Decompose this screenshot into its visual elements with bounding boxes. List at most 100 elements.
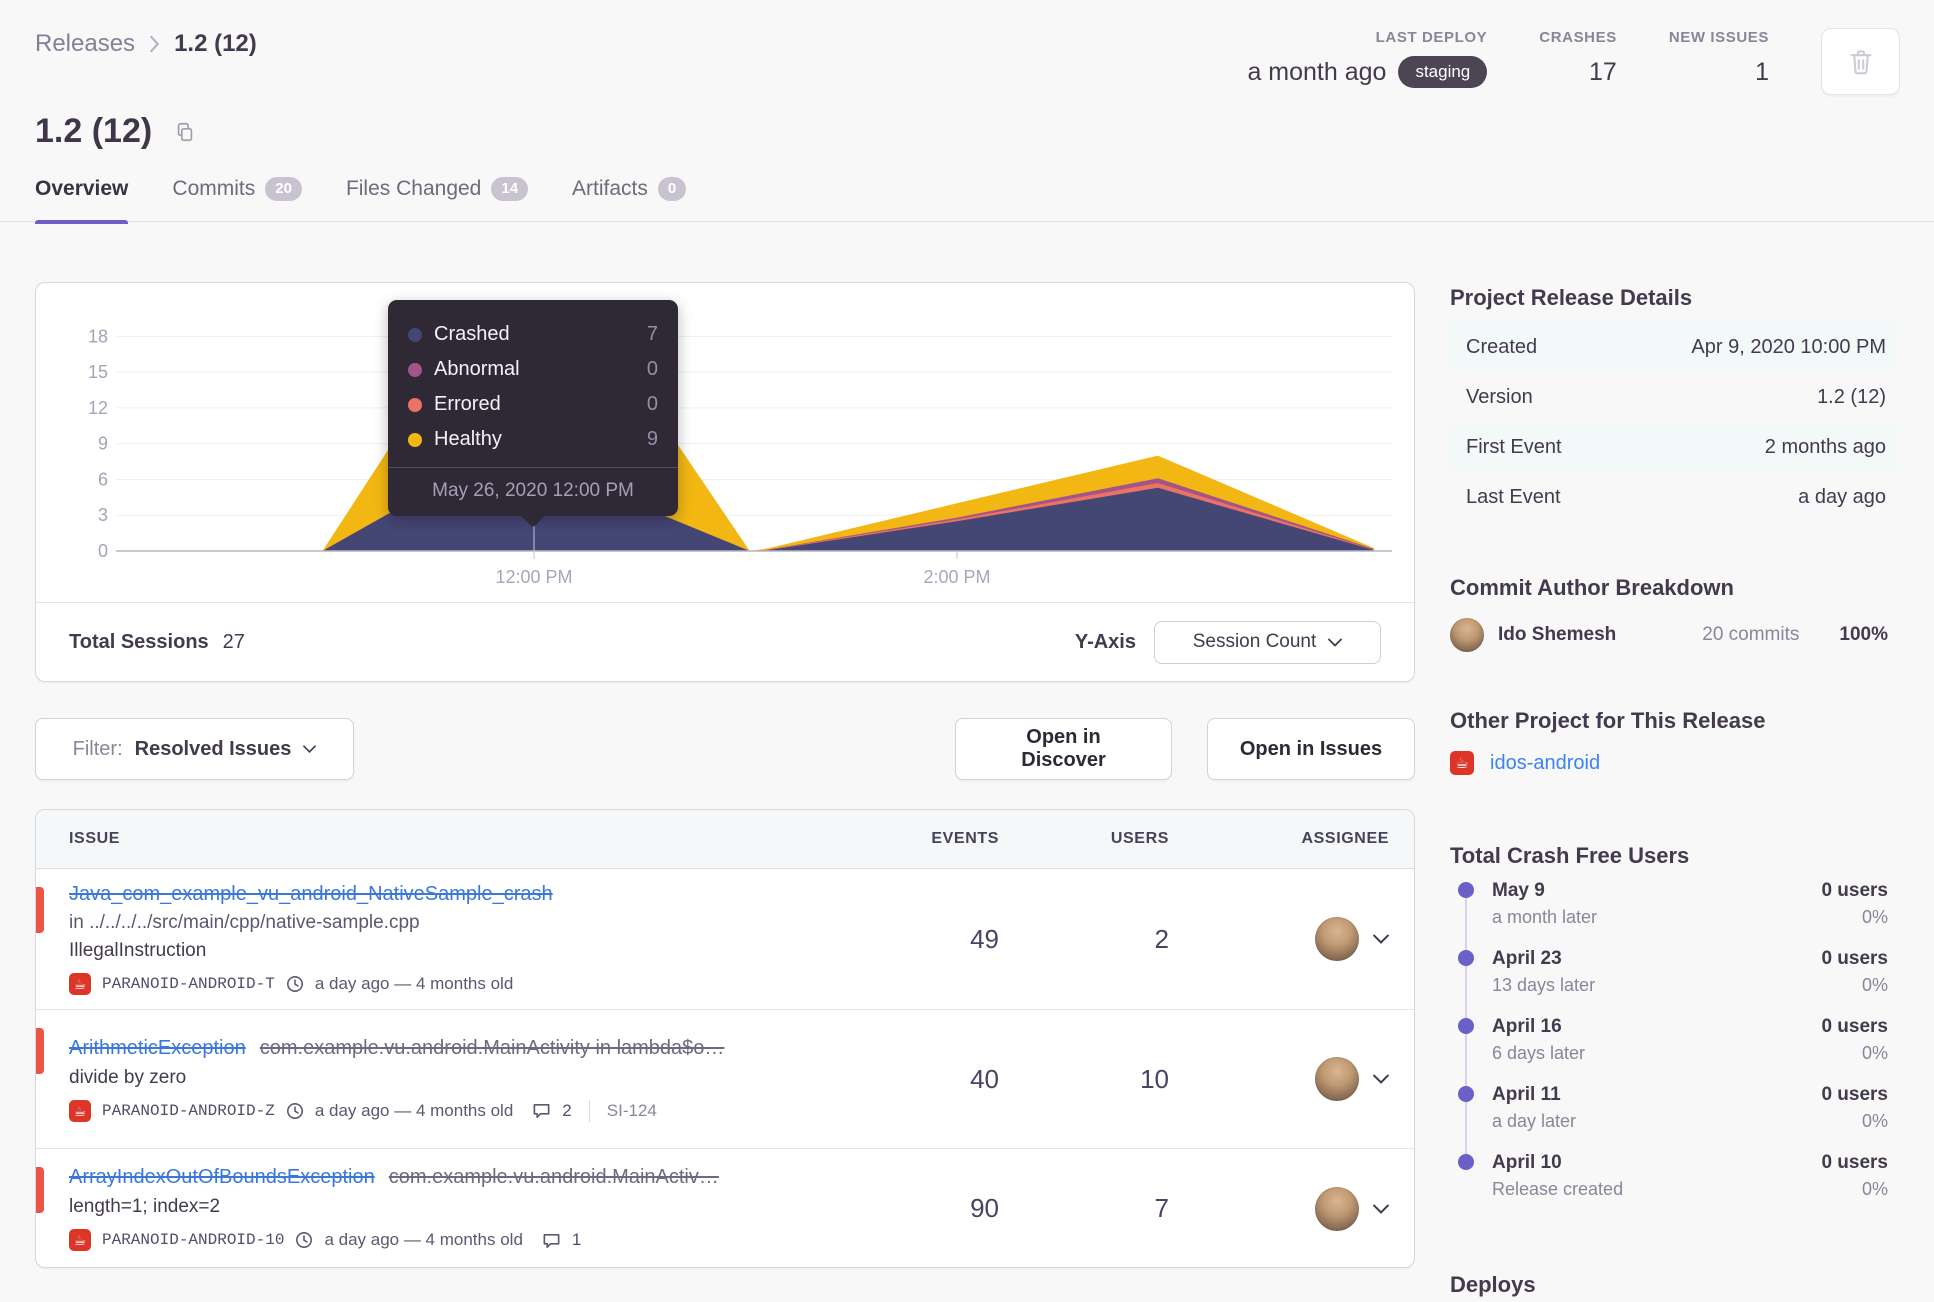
issue-title-link[interactable]: ArrayIndexOutOfBoundsException [69, 1163, 375, 1192]
issue-summary: ArithmeticException com.example.vu.androi… [36, 1021, 839, 1138]
tab-count-badge: 20 [265, 177, 302, 201]
total-sessions-label: Total Sessions [69, 630, 209, 653]
filter-value: Resolved Issues [134, 737, 292, 760]
comment-icon-wrap[interactable] [542, 1231, 561, 1250]
issue-users-count: 10 [1140, 1063, 1169, 1094]
chevron-down-icon [1373, 1074, 1389, 1084]
other-project-row: ☕ idos-android [1450, 751, 1900, 775]
tab-files-changed[interactable]: Files Changed 14 [346, 172, 529, 222]
svg-text:6: 6 [98, 469, 108, 489]
other-project-link[interactable]: idos-android [1490, 752, 1600, 775]
timeline-dot-icon [1458, 950, 1474, 966]
issue-row[interactable]: ArithmeticException com.example.vu.androi… [36, 1010, 1414, 1149]
timeline-percent: 0% [1861, 975, 1888, 995]
tooltip-row-crashed: Crashed 7 [408, 317, 658, 352]
breadcrumb-releases-link[interactable]: Releases [35, 30, 135, 58]
issue-title-link[interactable]: Java_com_example_vu_android_NativeSample… [69, 880, 553, 909]
issue-message: divide by zero [69, 1066, 187, 1088]
tooltip-series-dot [408, 397, 422, 412]
java-project-icon: ☕ [69, 973, 91, 995]
chevron-down-icon [1373, 934, 1389, 944]
comment-icon-wrap[interactable] [532, 1101, 551, 1120]
tab-artifacts[interactable]: Artifacts 0 [572, 172, 687, 222]
issue-row[interactable]: ArrayIndexOutOfBoundsException com.exampl… [36, 1149, 1414, 1267]
issues-table-header: ISSUE EVENTS USERS ASSIGNEE [36, 810, 1414, 869]
tab-label: Commits [172, 177, 256, 200]
tooltip-series-value: 0 [646, 393, 658, 415]
timeline-dot-icon [1458, 1154, 1474, 1170]
details-section-title: Project Release Details [1450, 285, 1693, 310]
issue-age: a day ago — 4 months old [314, 1100, 514, 1120]
detail-value: a day ago [1798, 485, 1886, 508]
tab-label: Artifacts [572, 177, 648, 200]
issue-culprit: com.example.vu.android.MainActivity in l… [259, 1036, 725, 1059]
tab-count-badge: 0 [657, 177, 687, 201]
issue-message: IllegalInstruction [69, 940, 207, 961]
stat-value: 1 [1755, 58, 1769, 86]
tab-overview[interactable]: Overview [35, 172, 129, 224]
open-in-discover-button[interactable]: Open in Discover [955, 718, 1172, 780]
issue-annotation[interactable]: SI-124 [607, 1101, 657, 1121]
issue-filter-select[interactable]: Filter: Resolved Issues [35, 718, 354, 780]
assignee-dropdown[interactable] [1169, 917, 1389, 961]
release-header-stats: LAST DEPLOY a month ago staging CRASHES 17 NE… [1247, 28, 1900, 95]
commit-author-row: Ido Shemesh 20 commits 100% [1450, 618, 1900, 652]
tooltip-series-dot [408, 432, 422, 447]
svg-text:12:00 PM: 12:00 PM [495, 567, 572, 587]
timeline-date: April 10 [1492, 1152, 1562, 1173]
issue-events-count: 90 [970, 1193, 999, 1223]
issue-summary: ArrayIndexOutOfBoundsException com.exampl… [36, 1150, 839, 1267]
timeline-relative-time: 13 days later [1492, 975, 1596, 995]
issue-location: in ../../../../src/main/cpp/native-sampl… [69, 912, 420, 933]
delete-release-button[interactable] [1821, 28, 1900, 95]
detail-key: First Event [1466, 435, 1562, 458]
tooltip-series-value: 0 [646, 358, 658, 380]
crash-free-timeline: May 9 0 users a month later 0% April 23 0 use… [1450, 880, 1900, 1220]
filter-prefix: Filter: [72, 737, 123, 760]
error-level-indicator [36, 1028, 44, 1074]
detail-key: Created [1466, 335, 1538, 358]
clock-icon-wrap [295, 1231, 313, 1249]
avatar [1450, 618, 1484, 652]
yaxis-select[interactable]: Session Count [1154, 620, 1381, 664]
issue-age: a day ago — 4 months old [314, 974, 514, 993]
column-header-assignee: ASSIGNEE [1301, 830, 1389, 847]
detail-key: Last Event [1466, 485, 1561, 508]
tooltip-row-errored: Errored 0 [408, 387, 658, 422]
avatar [1315, 917, 1359, 961]
column-header-issue: ISSUE [69, 830, 121, 847]
timeline-users: 0 users [1821, 880, 1888, 901]
timeline-entry: April 16 0 users 6 days later 0% [1450, 1016, 1900, 1064]
tooltip-series-label: Abnormal [434, 358, 520, 380]
timeline-dot-icon [1458, 1018, 1474, 1034]
issue-title-link[interactable]: ArithmeticException [69, 1034, 246, 1063]
open-in-issues-button[interactable]: Open in Issues [1207, 718, 1415, 780]
assignee-dropdown[interactable] [1169, 1186, 1389, 1231]
svg-text:3: 3 [98, 505, 108, 525]
timeline-entry: April 11 0 users a day later 0% [1450, 1084, 1900, 1132]
detail-value: 2 months ago [1764, 435, 1886, 458]
stat-value-row: a month ago staging [1247, 56, 1488, 88]
svg-text:0: 0 [98, 541, 108, 561]
issue-meta-row: ☕ PARANOID-ANDROID-T a day ago — 4 months … [69, 970, 829, 998]
svg-text:12: 12 [88, 398, 108, 418]
tooltip-series-dot [408, 327, 422, 342]
commit-author-name: Ido Shemesh [1498, 624, 1617, 645]
issues-table: ISSUE EVENTS USERS ASSIGNEE Java_com_exampl… [35, 809, 1415, 1268]
svg-text:9: 9 [98, 434, 108, 454]
deploys-section-title: Deploys [1450, 1272, 1536, 1297]
sessions-chart[interactable]: 0 3 6 9 12 15 18 12:00 PM 2:00 PM [36, 283, 1416, 603]
copy-icon[interactable] [174, 121, 196, 143]
clock-icon-wrap [286, 1102, 304, 1120]
issue-row[interactable]: Java_com_example_vu_android_NativeSample… [36, 869, 1414, 1010]
timeline-entry: May 9 0 users a month later 0% [1450, 880, 1900, 928]
assignee-dropdown[interactable] [1169, 1057, 1389, 1101]
tab-commits[interactable]: Commits 20 [172, 172, 302, 222]
issue-summary: Java_com_example_vu_android_NativeSample… [36, 867, 839, 1011]
commit-percent: 100% [1839, 624, 1888, 645]
stat-label: NEW ISSUES [1668, 29, 1769, 46]
clock-icon [286, 1102, 303, 1119]
project-slug: PARANOID-ANDROID-10 [102, 1231, 285, 1249]
java-project-icon: ☕ [69, 1229, 91, 1251]
detail-value: 1.2 (12) [1817, 385, 1886, 408]
